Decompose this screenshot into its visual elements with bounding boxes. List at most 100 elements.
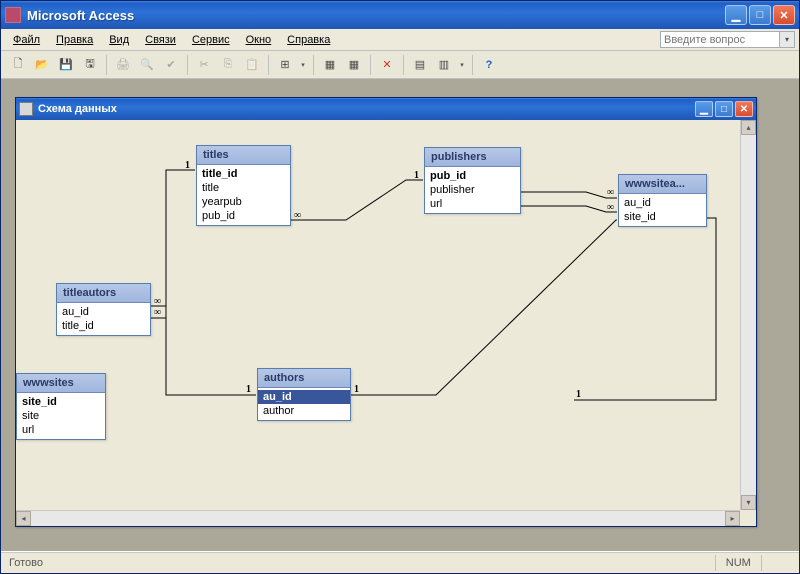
table-header[interactable]: wwwsitea... (619, 175, 706, 194)
mdi-client: Схема данных ▁ □ ✕ 1 ∞ ∞ 1 (1, 79, 799, 551)
menu-edit[interactable]: Правка (48, 32, 101, 48)
access-icon (5, 7, 21, 23)
titlebar[interactable]: Microsoft Access ▁ □ ✕ (1, 1, 799, 29)
new-icon[interactable]: 🗋 (7, 54, 29, 76)
question-dropdown[interactable]: ▾ (780, 31, 795, 48)
app-window: Microsoft Access ▁ □ ✕ Файл Правка Вид С… (0, 0, 800, 574)
field[interactable]: title_id (197, 167, 290, 181)
menu-relations[interactable]: Связи (137, 32, 184, 48)
save-icon[interactable]: 💾 (55, 54, 77, 76)
field[interactable]: site (17, 409, 105, 423)
table-wwwsitea[interactable]: wwwsitea... au_id site_id (618, 174, 707, 227)
table-header[interactable]: wwwsites (17, 374, 105, 393)
status-num: NUM (715, 555, 761, 571)
table-authors[interactable]: authors au_id author (257, 368, 351, 421)
ask-question-box: ▾ (660, 31, 795, 48)
svg-text:∞: ∞ (607, 187, 614, 198)
showall-icon[interactable]: ▦ (343, 54, 365, 76)
menu-view[interactable]: Вид (101, 32, 137, 48)
showdirect-icon[interactable]: ▦ (319, 54, 341, 76)
cut-icon[interactable]: ✂ (193, 54, 215, 76)
field[interactable]: site_id (619, 210, 706, 224)
table-publishers[interactable]: publishers pub_id publisher url (424, 147, 521, 214)
question-input[interactable] (660, 31, 780, 48)
print-icon[interactable]: 🖨 (112, 54, 134, 76)
open-icon[interactable]: 📂 (31, 54, 53, 76)
field[interactable]: au_id (258, 390, 350, 404)
sep (268, 55, 269, 75)
svg-text:1: 1 (576, 389, 581, 400)
table-header[interactable]: titleautors (57, 284, 150, 303)
diagram-hscrollbar[interactable]: ◂ ▸ (16, 510, 740, 526)
toolbar: 🗋 📂 💾 🖫 🖨 🔍 ✔ ✂ ⎘ 📋 ⊞▾ ▦ ▦ ✕ ▤ ▥▾ ? (1, 51, 799, 79)
maximize-button[interactable]: □ (749, 5, 771, 25)
options-icon[interactable]: ▥ (433, 54, 455, 76)
scroll-right-icon[interactable]: ▸ (725, 511, 740, 526)
delete-icon[interactable]: ✕ (376, 54, 398, 76)
child-minimize-button[interactable]: ▁ (695, 101, 713, 117)
spell-icon[interactable]: ✔ (160, 54, 182, 76)
svg-text:1: 1 (414, 170, 419, 181)
table-header[interactable]: authors (258, 369, 350, 388)
field[interactable]: pub_id (197, 209, 290, 223)
field[interactable]: pub_id (425, 169, 520, 183)
svg-text:1: 1 (354, 384, 359, 395)
close-button[interactable]: ✕ (773, 5, 795, 25)
child-close-button[interactable]: ✕ (735, 101, 753, 117)
relationships-doc-icon (19, 102, 33, 116)
table-titleautors[interactable]: titleautors au_id title_id (56, 283, 151, 336)
field[interactable]: url (425, 197, 520, 211)
svg-text:∞: ∞ (607, 202, 614, 213)
sep (403, 55, 404, 75)
addtable-icon[interactable]: ⊞ (274, 54, 296, 76)
child-maximize-button[interactable]: □ (715, 101, 733, 117)
field[interactable]: author (258, 404, 350, 418)
field[interactable]: au_id (57, 305, 150, 319)
field[interactable]: url (17, 423, 105, 437)
statusbar: Готово NUM (1, 551, 799, 573)
field[interactable]: au_id (619, 196, 706, 210)
field[interactable]: publisher (425, 183, 520, 197)
menu-tools[interactable]: Сервис (184, 32, 238, 48)
svg-text:∞: ∞ (154, 307, 161, 318)
field[interactable]: title (197, 181, 290, 195)
minimize-button[interactable]: ▁ (725, 5, 747, 25)
addtable-dd[interactable]: ▾ (298, 61, 308, 69)
paste-icon[interactable]: 📋 (241, 54, 263, 76)
field[interactable]: yearpub (197, 195, 290, 209)
status-empty (761, 555, 791, 571)
scroll-up-icon[interactable]: ▴ (741, 120, 756, 135)
child-title: Схема данных (38, 103, 693, 115)
svg-text:1: 1 (185, 160, 190, 171)
diagram-vscrollbar[interactable]: ▴ ▾ (740, 120, 756, 510)
status-ready: Готово (9, 557, 43, 569)
properties-icon[interactable]: ▤ (409, 54, 431, 76)
sep (313, 55, 314, 75)
svg-text:∞: ∞ (154, 296, 161, 307)
saveall-icon[interactable]: 🖫 (79, 54, 101, 76)
copy-icon[interactable]: ⎘ (217, 54, 239, 76)
menu-window[interactable]: Окно (238, 32, 280, 48)
menu-file[interactable]: Файл (5, 32, 48, 48)
field[interactable]: site_id (17, 395, 105, 409)
table-titles[interactable]: titles title_id title yearpub pub_id (196, 145, 291, 226)
sep (106, 55, 107, 75)
table-wwwsites[interactable]: wwwsites site_id site url (16, 373, 106, 440)
sep (187, 55, 188, 75)
options-dd[interactable]: ▾ (457, 61, 467, 69)
svg-text:∞: ∞ (294, 210, 301, 221)
sep (472, 55, 473, 75)
child-titlebar[interactable]: Схема данных ▁ □ ✕ (16, 98, 756, 120)
table-header[interactable]: publishers (425, 148, 520, 167)
app-title: Microsoft Access (27, 8, 725, 23)
scroll-corner (740, 510, 756, 526)
field[interactable]: title_id (57, 319, 150, 333)
preview-icon[interactable]: 🔍 (136, 54, 158, 76)
table-header[interactable]: titles (197, 146, 290, 165)
relationships-window[interactable]: Схема данных ▁ □ ✕ 1 ∞ ∞ 1 (15, 97, 757, 527)
scroll-left-icon[interactable]: ◂ (16, 511, 31, 526)
scroll-down-icon[interactable]: ▾ (741, 495, 756, 510)
menu-help[interactable]: Справка (279, 32, 338, 48)
diagram-area[interactable]: 1 ∞ ∞ 1 ∞ ∞ ∞ 1 1 (16, 120, 756, 526)
help-icon[interactable]: ? (478, 54, 500, 76)
